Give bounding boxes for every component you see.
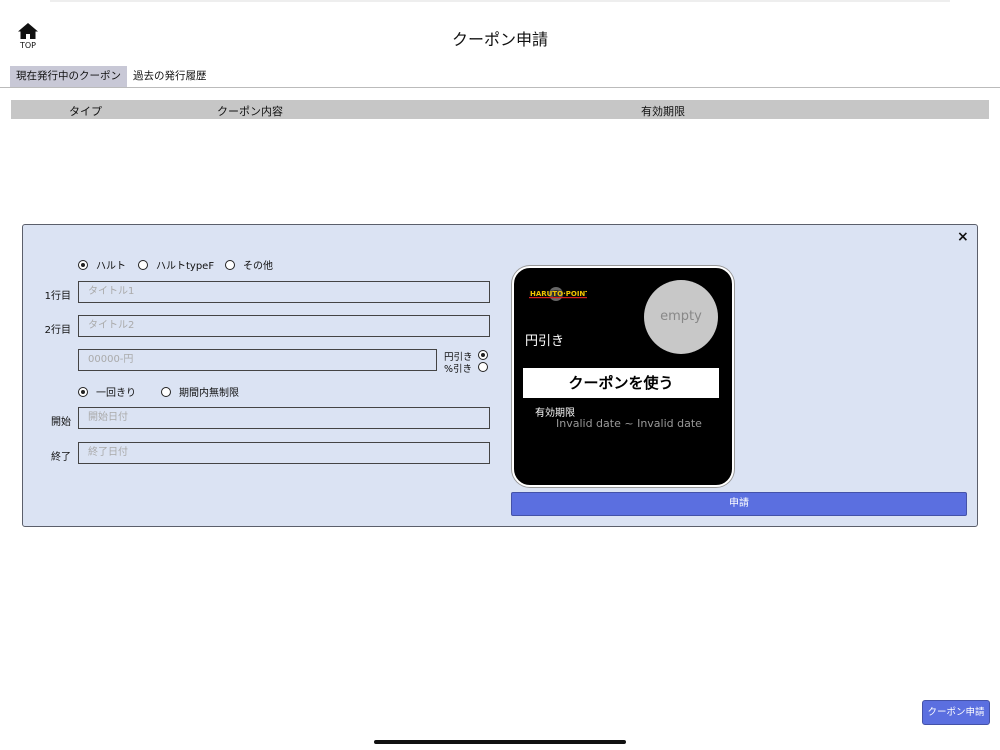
coupon-image-placeholder: empty [644,280,718,354]
expiry-value: Invalid date ~ Invalid date [556,417,702,430]
column-type: タイプ [69,105,102,118]
home-indicator [374,740,626,744]
tab-current-coupons[interactable]: 現在発行中のクーポン [10,66,127,87]
column-content: クーポン内容 [217,105,283,118]
end-label: 終了 [51,452,71,463]
discount-type-label: 円引き [525,334,565,349]
type-option-other[interactable]: その他 [225,257,273,272]
close-icon[interactable]: × [957,229,969,245]
line2-input[interactable]: タイトル2 [78,315,490,337]
start-date-input[interactable]: 開始日付 [78,407,490,429]
type-option-haruto[interactable]: ハルト [78,257,126,272]
use-coupon-button[interactable]: クーポンを使う [523,368,719,398]
page-title: クーポン申請 [451,30,548,49]
brand-logo: HARUTO·POINTING [529,287,587,301]
usage-option-unlimited[interactable]: 期間内無制限 [161,384,239,399]
radio-haruto[interactable] [78,259,88,270]
end-date-input[interactable]: 終了日付 [78,442,490,464]
type-option-label: ハルトtypeF [156,261,215,272]
usage-option-label: 期間内無制限 [179,388,239,399]
tab-bar: 現在発行中のクーポン 過去の発行履歴 [10,66,213,87]
column-expiry: 有効期限 [641,105,685,118]
radio-other[interactable] [225,259,235,270]
usage-option-once[interactable]: 一回きり [78,384,136,399]
type-option-haruto-typef[interactable]: ハルトtypeF [138,257,214,272]
top-divider [50,0,950,2]
type-option-label: その他 [243,261,273,272]
coupon-table-header: タイプ クーポン内容 有効期限 [11,100,989,119]
coupon-preview-card: HARUTO·POINTING empty 円引き クーポンを使う 有効期限 I… [512,266,734,487]
tab-history[interactable]: 過去の発行履歴 [127,66,213,87]
tab-divider [0,87,1000,88]
type-option-label: ハルト [96,261,126,272]
coupon-apply-button[interactable]: クーポン申請 [922,700,990,725]
radio-yen-discount[interactable] [478,350,488,360]
logo-text: HARUTO·POINTING [530,290,587,298]
submit-button[interactable]: 申請 [511,492,967,516]
amount-input[interactable]: 00000-円 [78,349,437,371]
start-label: 開始 [51,417,71,428]
unit-percent-label: %引き [444,364,473,375]
radio-haruto-typef[interactable] [138,259,148,270]
line2-label: 2行目 [44,325,71,336]
coupon-form-modal: × ハルト ハルトtypeF その他 1行目 タイトル1 2行目 タイトル2 0… [22,224,978,527]
radio-percent-discount[interactable] [478,362,488,372]
line1-label: 1行目 [44,291,71,302]
radio-unlimited[interactable] [161,386,171,397]
radio-once[interactable] [78,386,88,397]
usage-option-label: 一回きり [96,388,136,399]
line1-input[interactable]: タイトル1 [78,281,490,303]
